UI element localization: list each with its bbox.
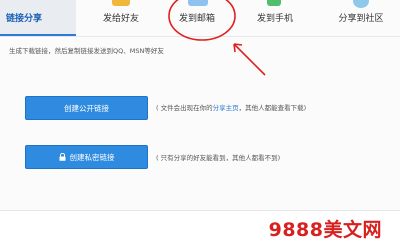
mail-icon — [188, 0, 208, 6]
site-watermark: 9888美文网 — [268, 219, 382, 241]
tab-send-to-email[interactable]: 发到邮箱 — [162, 0, 232, 36]
tab-send-to-phone[interactable]: 发到手机 — [240, 0, 310, 36]
tab-send-to-phone-label: 发到手机 — [256, 14, 293, 24]
tab-link-share[interactable]: 链接分享 — [0, 0, 76, 36]
create-private-link-button[interactable]: 创建私密链接 — [25, 145, 148, 169]
tab-divider — [0, 36, 400, 37]
lock-icon — [59, 153, 65, 161]
tab-send-to-email-label: 发到邮箱 — [178, 14, 215, 24]
tab-share-to-community-label: 分享到社区 — [338, 14, 384, 24]
community-icon — [353, 0, 369, 8]
public-link-note: ( 文件会出现在你的分享主页，其他人都能查看下载) — [156, 102, 306, 112]
tab-share-to-community[interactable]: 分享到社区 — [322, 0, 400, 36]
create-private-link-label: 创建私密链接 — [69, 152, 115, 162]
share-homepage-link[interactable]: 分享主页 — [213, 104, 239, 112]
public-link-note-suffix: ，其他人都能查看下载) — [238, 104, 307, 112]
share-dialog: 链接分享 发给好友 发到邮箱 发到手机 分享到社区 生成下载链接，然后复制链接发… — [0, 0, 400, 211]
public-link-note-prefix: ( 文件会出现在你的 — [156, 104, 213, 112]
tab-send-to-friend[interactable]: 发给好友 — [86, 0, 156, 36]
tab-link-share-label: 链接分享 — [6, 14, 43, 24]
create-public-link-button[interactable]: 创建公开链接 — [25, 96, 148, 120]
tab-send-to-friend-label: 发给好友 — [102, 14, 139, 24]
share-description: 生成下载链接，然后复制链接发送到QQ、MSN等好友 — [9, 47, 164, 55]
phone-icon — [267, 0, 281, 6]
friend-icon — [112, 0, 130, 6]
private-link-note: ( 只有分享的好友能看到，其他人都看不到) — [156, 154, 281, 162]
create-public-link-label: 创建公开链接 — [64, 103, 109, 113]
share-tabs: 链接分享 发给好友 发到邮箱 发到手机 分享到社区 — [0, 0, 400, 36]
